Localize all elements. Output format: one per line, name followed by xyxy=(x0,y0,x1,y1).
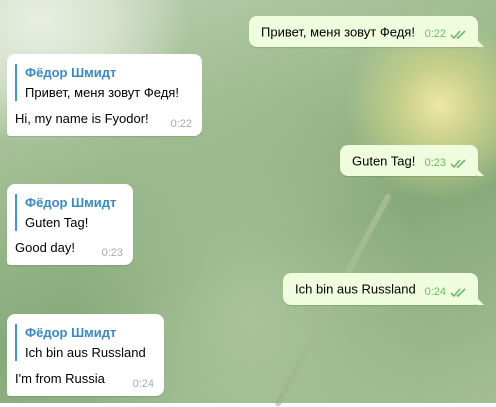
reply-author: Фёдор Шмидт xyxy=(25,195,117,210)
reply-author: Фёдор Шмидт xyxy=(25,65,117,80)
outgoing-message[interactable]: Guten Tag! 0:23 xyxy=(340,145,484,176)
double-check-icon xyxy=(450,29,466,39)
message-meta: 0:24 xyxy=(425,286,468,298)
reply-text: Guten Tag! xyxy=(25,215,89,230)
reply-text: Привет, меня зовут Федя! xyxy=(25,85,179,100)
message-text: Ich bin aus Russland xyxy=(295,281,416,297)
double-check-icon xyxy=(450,287,466,297)
message-text: Good day! xyxy=(15,240,75,255)
outgoing-message[interactable]: Ich bin aus Russland 0:24 xyxy=(283,273,484,305)
message-text: I'm from Russia xyxy=(15,371,105,386)
message-time: 0:23 xyxy=(424,157,446,169)
reply-text: Ich bin aus Russland xyxy=(25,345,146,360)
message-text: Привет, меня зовут Федя! xyxy=(261,24,415,39)
incoming-message[interactable]: Фёдор Шмидт Ich bin aus Russland I'm fro… xyxy=(7,314,164,396)
bubble-tail xyxy=(477,169,484,176)
incoming-message[interactable]: Фёдор Шмидт Привет, меня зовут Федя! Hi,… xyxy=(7,54,202,136)
double-check-icon xyxy=(450,158,466,168)
message-meta: 0:23 xyxy=(425,157,468,169)
message-time: 0:22 xyxy=(424,28,446,40)
message-time: 0:23 xyxy=(101,247,123,259)
message-text: Hi, my name is Fyodor! xyxy=(15,111,149,126)
bubble-tail xyxy=(477,298,484,305)
message-text: Guten Tag! xyxy=(352,153,416,168)
message-time: 0:24 xyxy=(132,378,154,390)
message-meta: 0:22 xyxy=(425,28,468,40)
outgoing-message[interactable]: Привет, меня зовут Федя! 0:22 xyxy=(249,16,484,47)
reply-author: Фёдор Шмидт xyxy=(25,325,117,340)
incoming-message[interactable]: Фёдор Шмидт Guten Tag! Good day! 0:23 xyxy=(7,184,133,265)
message-time: 0:24 xyxy=(424,286,446,298)
bubble-tail xyxy=(477,40,484,47)
message-time: 0:22 xyxy=(170,118,192,130)
reply-preview[interactable]: Фёдор Шмидт Guten Tag! xyxy=(15,194,116,231)
reply-preview[interactable]: Фёдор Шмидт Ich bin aus Russland xyxy=(15,324,146,361)
reply-preview[interactable]: Фёдор Шмидт Привет, меня зовут Федя! xyxy=(15,64,179,101)
